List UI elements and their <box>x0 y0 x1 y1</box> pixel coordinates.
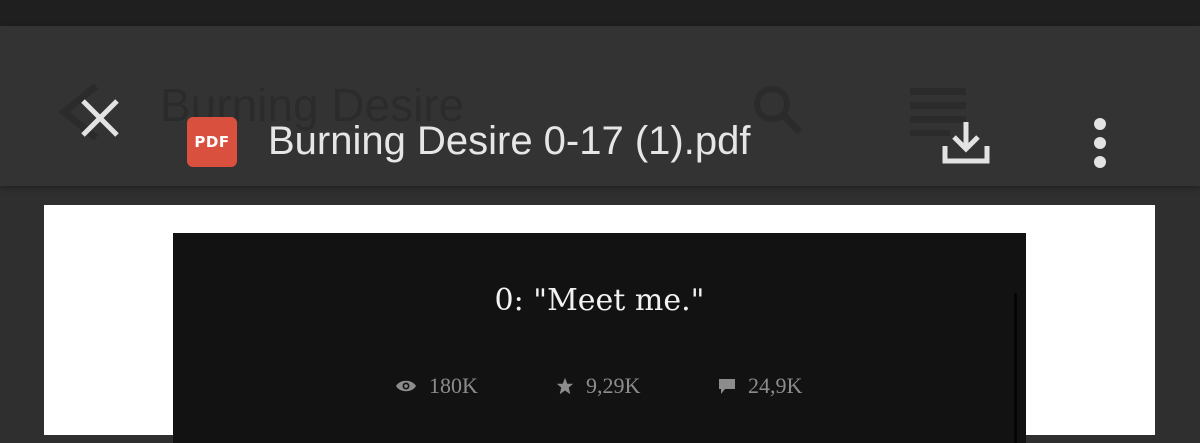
more-vert-icon <box>1094 118 1106 168</box>
chapter-title: 0: "Meet me." <box>494 283 705 318</box>
eye-icon <box>395 379 417 393</box>
download-icon <box>942 122 990 164</box>
file-title: Burning Desire 0-17 (1).pdf <box>268 119 751 163</box>
image-scrollbar <box>1014 293 1017 443</box>
comments-stat: 24,9K <box>718 373 802 399</box>
download-button[interactable] <box>936 114 996 170</box>
views-count: 180K <box>429 373 478 398</box>
comments-count: 24,9K <box>748 373 803 398</box>
votes-stat: 9,29K <box>556 373 640 399</box>
comment-icon <box>718 378 736 395</box>
votes-count: 9,29K <box>586 373 641 398</box>
close-icon <box>81 99 119 137</box>
background-search-icon <box>752 84 804 141</box>
close-button[interactable] <box>72 90 128 146</box>
more-options-button[interactable] <box>1076 112 1124 174</box>
pdf-file-icon: PDF <box>187 117 237 167</box>
views-stat: 180K <box>395 373 478 399</box>
status-bar <box>0 0 1200 26</box>
pdf-viewer-toolbar: Burning Desire PDF Burning Desire 0-17 (… <box>0 26 1200 186</box>
document-viewer[interactable]: 0: "Meet me." 180K 9,29K 24,9K <box>0 186 1200 443</box>
page-screenshot-image: 0: "Meet me." 180K 9,29K 24,9K <box>173 233 1026 443</box>
pdf-page: 0: "Meet me." 180K 9,29K 24,9K <box>44 205 1155 443</box>
star-icon <box>556 377 574 395</box>
